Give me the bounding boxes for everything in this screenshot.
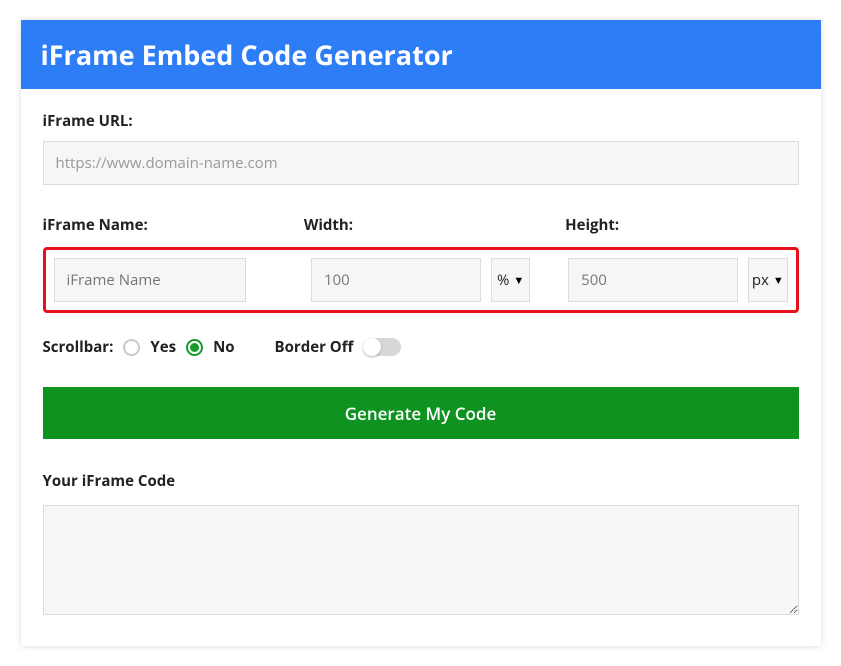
dimension-inputs-row: % ▼ px ▼ bbox=[43, 247, 799, 313]
dimension-labels-row: iFrame Name: Width: Height: bbox=[43, 215, 799, 245]
scrollbar-yes-radio[interactable] bbox=[123, 339, 140, 356]
height-input[interactable] bbox=[568, 258, 738, 302]
width-label: Width: bbox=[304, 215, 565, 235]
name-label: iFrame Name: bbox=[43, 215, 304, 235]
height-unit-value: px bbox=[752, 270, 769, 290]
page-title: iFrame Embed Code Generator bbox=[41, 36, 453, 73]
scrollbar-no-radio[interactable] bbox=[186, 339, 203, 356]
chevron-down-icon: ▼ bbox=[773, 273, 784, 288]
scrollbar-no-text: No bbox=[213, 337, 234, 357]
options-row: Scrollbar: Yes No Border Off bbox=[43, 337, 799, 357]
name-input[interactable] bbox=[54, 258, 246, 302]
border-toggle[interactable] bbox=[363, 338, 401, 356]
card-body: iFrame URL: iFrame Name: Width: Height: … bbox=[21, 89, 821, 646]
output-textarea[interactable] bbox=[43, 505, 799, 615]
height-label: Height: bbox=[565, 215, 798, 235]
width-unit-value: % bbox=[497, 270, 509, 290]
url-input[interactable] bbox=[43, 141, 799, 185]
border-label: Border Off bbox=[275, 337, 354, 357]
scrollbar-yes-text: Yes bbox=[150, 337, 176, 357]
generator-card: iFrame Embed Code Generator iFrame URL: … bbox=[21, 20, 821, 646]
generate-button[interactable]: Generate My Code bbox=[43, 387, 799, 439]
output-label: Your iFrame Code bbox=[43, 471, 799, 491]
width-unit-select[interactable]: % ▼ bbox=[491, 258, 530, 302]
scrollbar-label: Scrollbar: bbox=[43, 337, 114, 357]
chevron-down-icon: ▼ bbox=[513, 273, 524, 288]
height-unit-select[interactable]: px ▼ bbox=[748, 258, 787, 302]
url-label: iFrame URL: bbox=[43, 111, 799, 131]
width-input[interactable] bbox=[311, 258, 481, 302]
card-header: iFrame Embed Code Generator bbox=[21, 20, 821, 89]
